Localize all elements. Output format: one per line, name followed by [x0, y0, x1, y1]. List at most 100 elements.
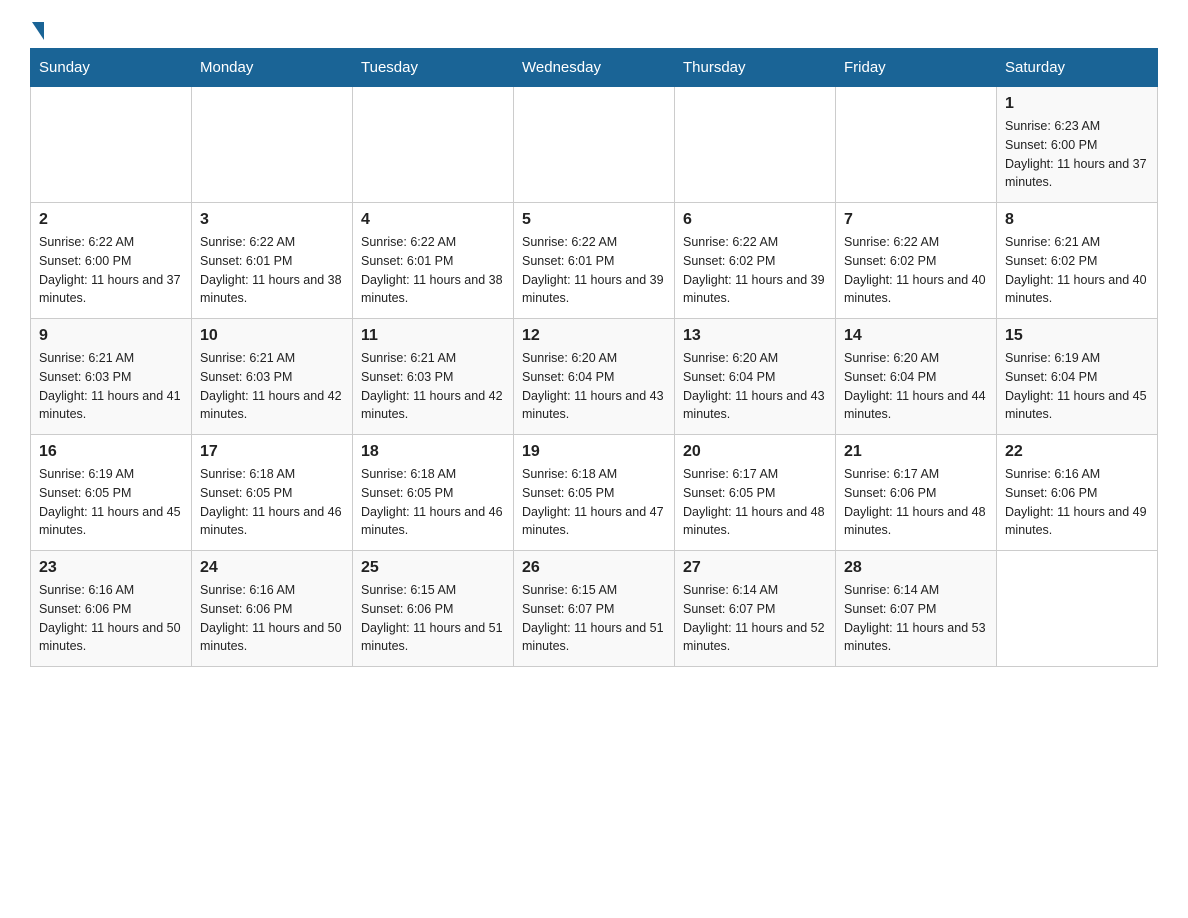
day-number: 17	[200, 443, 344, 461]
header-monday: Monday	[192, 49, 353, 87]
calendar-cell: 3 Sunrise: 6:22 AMSunset: 6:01 PMDaylight…	[192, 203, 353, 319]
day-info: Sunrise: 6:18 AMSunset: 6:05 PMDaylight:…	[361, 465, 505, 540]
day-number: 4	[361, 211, 505, 229]
calendar-cell: 16 Sunrise: 6:19 AMSunset: 6:05 PMDayligh…	[31, 435, 192, 551]
day-info: Sunrise: 6:18 AMSunset: 6:05 PMDaylight:…	[200, 465, 344, 540]
day-number: 25	[361, 559, 505, 577]
day-info: Sunrise: 6:20 AMSunset: 6:04 PMDaylight:…	[522, 349, 666, 424]
day-info: Sunrise: 6:17 AMSunset: 6:05 PMDaylight:…	[683, 465, 827, 540]
day-number: 6	[683, 211, 827, 229]
day-number: 12	[522, 327, 666, 345]
calendar-cell: 27 Sunrise: 6:14 AMSunset: 6:07 PMDayligh…	[675, 551, 836, 667]
day-number: 28	[844, 559, 988, 577]
day-number: 11	[361, 327, 505, 345]
day-info: Sunrise: 6:22 AMSunset: 6:00 PMDaylight:…	[39, 233, 183, 308]
day-info: Sunrise: 6:17 AMSunset: 6:06 PMDaylight:…	[844, 465, 988, 540]
day-info: Sunrise: 6:21 AMSunset: 6:03 PMDaylight:…	[200, 349, 344, 424]
calendar-cell: 13 Sunrise: 6:20 AMSunset: 6:04 PMDayligh…	[675, 319, 836, 435]
day-info: Sunrise: 6:23 AMSunset: 6:00 PMDaylight:…	[1005, 117, 1149, 192]
day-number: 24	[200, 559, 344, 577]
calendar-cell: 18Sunrise: 6:18 AMSunset: 6:05 PMDayligh…	[353, 435, 514, 551]
day-info: Sunrise: 6:14 AMSunset: 6:07 PMDaylight:…	[683, 581, 827, 656]
calendar-cell	[675, 87, 836, 203]
day-number: 7	[844, 211, 988, 229]
day-info: Sunrise: 6:18 AMSunset: 6:05 PMDaylight:…	[522, 465, 666, 540]
calendar-cell: 9 Sunrise: 6:21 AMSunset: 6:03 PMDaylight…	[31, 319, 192, 435]
calendar-cell: 19 Sunrise: 6:18 AMSunset: 6:05 PMDayligh…	[514, 435, 675, 551]
day-number: 16	[39, 443, 183, 461]
calendar-cell: 24 Sunrise: 6:16 AMSunset: 6:06 PMDayligh…	[192, 551, 353, 667]
calendar-cell: 4Sunrise: 6:22 AMSunset: 6:01 PMDaylight…	[353, 203, 514, 319]
day-info: Sunrise: 6:21 AMSunset: 6:03 PMDaylight:…	[39, 349, 183, 424]
header-tuesday: Tuesday	[353, 49, 514, 87]
calendar-cell	[836, 87, 997, 203]
calendar-week-row: 2Sunrise: 6:22 AMSunset: 6:00 PMDaylight…	[31, 203, 1158, 319]
calendar-cell: 14 Sunrise: 6:20 AMSunset: 6:04 PMDayligh…	[836, 319, 997, 435]
day-number: 15	[1005, 327, 1149, 345]
calendar-cell	[997, 551, 1158, 667]
calendar-cell	[31, 87, 192, 203]
day-number: 23	[39, 559, 183, 577]
calendar-cell: 21 Sunrise: 6:17 AMSunset: 6:06 PMDayligh…	[836, 435, 997, 551]
page-header	[30, 20, 1158, 38]
header-friday: Friday	[836, 49, 997, 87]
calendar-cell: 25 Sunrise: 6:15 AMSunset: 6:06 PMDayligh…	[353, 551, 514, 667]
day-number: 10	[200, 327, 344, 345]
calendar-cell: 1 Sunrise: 6:23 AMSunset: 6:00 PMDaylight…	[997, 87, 1158, 203]
day-info: Sunrise: 6:15 AMSunset: 6:07 PMDaylight:…	[522, 581, 666, 656]
day-number: 14	[844, 327, 988, 345]
day-info: Sunrise: 6:22 AMSunset: 6:02 PMDaylight:…	[683, 233, 827, 308]
header-saturday: Saturday	[997, 49, 1158, 87]
calendar-cell: 6 Sunrise: 6:22 AMSunset: 6:02 PMDaylight…	[675, 203, 836, 319]
day-info: Sunrise: 6:20 AMSunset: 6:04 PMDaylight:…	[683, 349, 827, 424]
calendar-week-row: 23 Sunrise: 6:16 AMSunset: 6:06 PMDayligh…	[31, 551, 1158, 667]
calendar-cell: 20Sunrise: 6:17 AMSunset: 6:05 PMDayligh…	[675, 435, 836, 551]
calendar-cell: 23 Sunrise: 6:16 AMSunset: 6:06 PMDayligh…	[31, 551, 192, 667]
calendar-week-row: 1 Sunrise: 6:23 AMSunset: 6:00 PMDaylight…	[31, 87, 1158, 203]
calendar-cell	[514, 87, 675, 203]
day-number: 19	[522, 443, 666, 461]
calendar-cell: 5Sunrise: 6:22 AMSunset: 6:01 PMDaylight…	[514, 203, 675, 319]
calendar-cell: 15 Sunrise: 6:19 AMSunset: 6:04 PMDayligh…	[997, 319, 1158, 435]
day-info: Sunrise: 6:16 AMSunset: 6:06 PMDaylight:…	[39, 581, 183, 656]
calendar-cell: 2Sunrise: 6:22 AMSunset: 6:00 PMDaylight…	[31, 203, 192, 319]
day-number: 1	[1005, 95, 1149, 113]
day-info: Sunrise: 6:19 AMSunset: 6:05 PMDaylight:…	[39, 465, 183, 540]
calendar-cell	[192, 87, 353, 203]
day-number: 26	[522, 559, 666, 577]
day-number: 21	[844, 443, 988, 461]
day-info: Sunrise: 6:21 AMSunset: 6:02 PMDaylight:…	[1005, 233, 1149, 308]
day-number: 3	[200, 211, 344, 229]
day-number: 27	[683, 559, 827, 577]
header-thursday: Thursday	[675, 49, 836, 87]
calendar-cell: 10 Sunrise: 6:21 AMSunset: 6:03 PMDayligh…	[192, 319, 353, 435]
calendar-table: SundayMondayTuesdayWednesdayThursdayFrid…	[30, 48, 1158, 667]
calendar-cell: 12 Sunrise: 6:20 AMSunset: 6:04 PMDayligh…	[514, 319, 675, 435]
calendar-cell: 7 Sunrise: 6:22 AMSunset: 6:02 PMDaylight…	[836, 203, 997, 319]
header-wednesday: Wednesday	[514, 49, 675, 87]
day-info: Sunrise: 6:22 AMSunset: 6:01 PMDaylight:…	[200, 233, 344, 308]
calendar-cell	[353, 87, 514, 203]
calendar-week-row: 16 Sunrise: 6:19 AMSunset: 6:05 PMDayligh…	[31, 435, 1158, 551]
day-info: Sunrise: 6:15 AMSunset: 6:06 PMDaylight:…	[361, 581, 505, 656]
day-info: Sunrise: 6:16 AMSunset: 6:06 PMDaylight:…	[200, 581, 344, 656]
day-info: Sunrise: 6:22 AMSunset: 6:01 PMDaylight:…	[522, 233, 666, 308]
calendar-week-row: 9 Sunrise: 6:21 AMSunset: 6:03 PMDaylight…	[31, 319, 1158, 435]
day-info: Sunrise: 6:22 AMSunset: 6:02 PMDaylight:…	[844, 233, 988, 308]
day-number: 9	[39, 327, 183, 345]
day-number: 8	[1005, 211, 1149, 229]
day-info: Sunrise: 6:21 AMSunset: 6:03 PMDaylight:…	[361, 349, 505, 424]
header-sunday: Sunday	[31, 49, 192, 87]
day-info: Sunrise: 6:20 AMSunset: 6:04 PMDaylight:…	[844, 349, 988, 424]
day-info: Sunrise: 6:16 AMSunset: 6:06 PMDaylight:…	[1005, 465, 1149, 540]
day-info: Sunrise: 6:14 AMSunset: 6:07 PMDaylight:…	[844, 581, 988, 656]
calendar-cell: 22Sunrise: 6:16 AMSunset: 6:06 PMDayligh…	[997, 435, 1158, 551]
calendar-cell: 26 Sunrise: 6:15 AMSunset: 6:07 PMDayligh…	[514, 551, 675, 667]
calendar-header-row: SundayMondayTuesdayWednesdayThursdayFrid…	[31, 49, 1158, 87]
calendar-cell: 17 Sunrise: 6:18 AMSunset: 6:05 PMDayligh…	[192, 435, 353, 551]
logo	[30, 20, 44, 38]
logo-arrow-icon	[32, 22, 44, 40]
calendar-cell: 28 Sunrise: 6:14 AMSunset: 6:07 PMDayligh…	[836, 551, 997, 667]
day-number: 13	[683, 327, 827, 345]
day-info: Sunrise: 6:19 AMSunset: 6:04 PMDaylight:…	[1005, 349, 1149, 424]
